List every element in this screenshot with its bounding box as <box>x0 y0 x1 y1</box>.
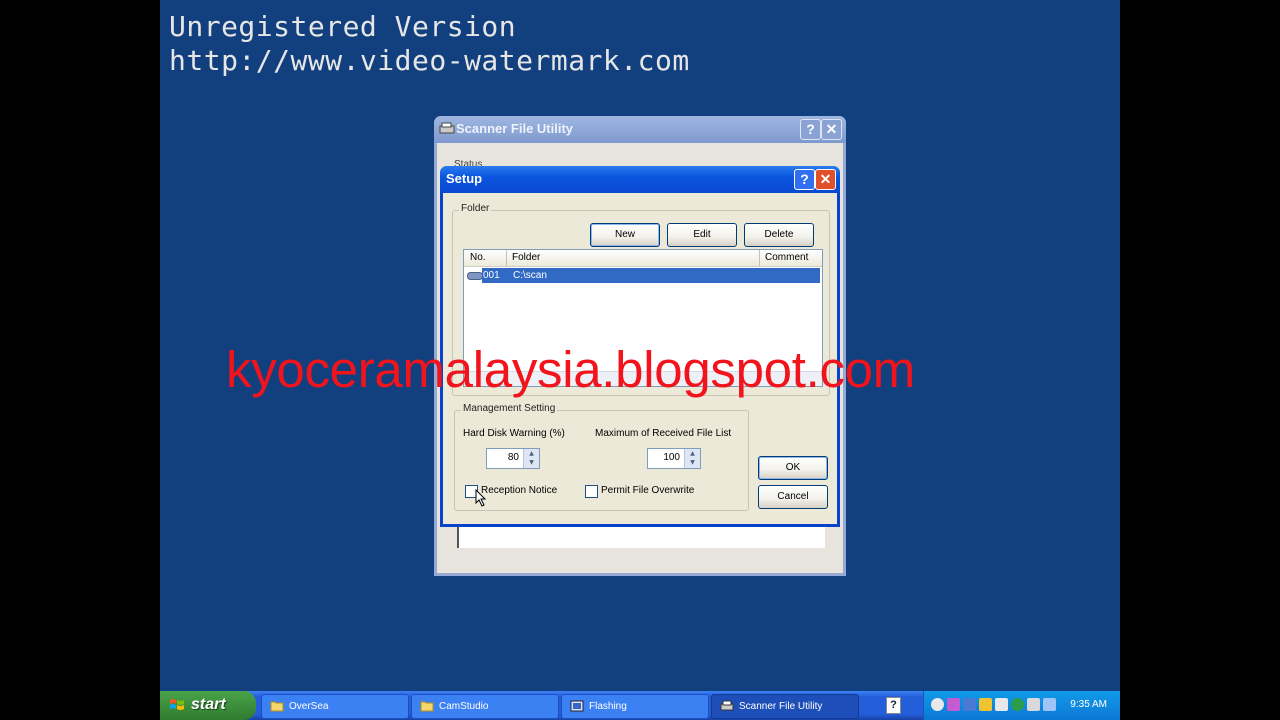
clock: 9:35 AM <box>1070 699 1107 710</box>
task-label: CamStudio <box>439 701 489 712</box>
tray-flag-icon[interactable] <box>995 698 1008 711</box>
help-icon[interactable]: ? <box>886 697 901 714</box>
tray-monitor-icon[interactable] <box>979 698 992 711</box>
scanner-window-titlebar[interactable]: Scanner File Utility ? ✕ <box>434 116 846 143</box>
setup-titlebar[interactable]: Setup ? ✕ <box>440 166 840 193</box>
hdd-warning-label: Hard Disk Warning (%) <box>463 428 565 439</box>
folder-list-header: No. Folder Comment <box>464 250 822 267</box>
close-button[interactable]: ✕ <box>815 169 836 190</box>
watermark-line-2: http://www.video-watermark.com <box>169 44 690 77</box>
scanner-icon <box>720 700 734 711</box>
folder-icon <box>420 701 434 712</box>
column-no[interactable]: No. <box>470 252 486 263</box>
task-label: Flashing <box>589 701 627 712</box>
column-folder[interactable]: Folder <box>512 252 540 263</box>
tray-network-icon[interactable] <box>963 698 976 711</box>
help-button[interactable]: ? <box>794 169 815 190</box>
permit-overwrite-label[interactable]: Permit File Overwrite <box>601 485 694 496</box>
folder-group-label: Folder <box>459 203 492 214</box>
management-group: Management Setting Hard Disk Warning (%)… <box>454 403 749 511</box>
watermark-line-1: Unregistered Version <box>169 10 517 43</box>
hdd-warning-value: 80 <box>507 452 519 463</box>
spin-down-icon[interactable]: ▼ <box>524 458 539 467</box>
scanner-help-button[interactable]: ? <box>800 119 821 140</box>
desktop: Unregistered Version http://www.video-wa… <box>160 0 1120 720</box>
task-camstudio[interactable]: CamStudio <box>411 694 559 719</box>
hdd-warning-spinner[interactable]: 80 ▲ ▼ <box>486 448 540 469</box>
permit-overwrite-checkbox[interactable] <box>585 485 598 498</box>
spin-down-icon[interactable]: ▼ <box>685 458 700 467</box>
task-flashing[interactable]: Flashing <box>561 694 709 719</box>
scanner-app-icon <box>439 122 455 134</box>
column-comment[interactable]: Comment <box>765 252 808 263</box>
edit-button[interactable]: Edit <box>667 223 737 247</box>
task-scanner-file-utility[interactable]: Scanner File Utility <box>711 694 859 719</box>
start-label: start <box>191 696 226 713</box>
setup-title: Setup <box>446 171 483 186</box>
mouse-cursor-icon <box>475 489 487 507</box>
task-label: Scanner File Utility <box>739 701 823 712</box>
new-button[interactable]: New <box>590 223 660 247</box>
cancel-button[interactable]: Cancel <box>758 485 828 509</box>
app-icon <box>570 700 584 712</box>
tray-shield-icon[interactable] <box>1011 698 1024 711</box>
windows-flag-icon <box>170 699 184 710</box>
taskbar: start OverSea CamStudio Flashing Scanner… <box>160 691 1120 720</box>
task-label: OverSea <box>289 701 329 712</box>
delete-button[interactable]: Delete <box>744 223 814 247</box>
system-tray: 9:35 AM <box>923 691 1120 720</box>
management-group-label: Management Setting <box>461 403 558 414</box>
start-button[interactable]: start <box>160 691 256 720</box>
row-no: 001 <box>483 270 500 281</box>
max-received-label: Maximum of Received File List <box>595 428 732 439</box>
scanner-close-button[interactable]: ✕ <box>821 119 842 140</box>
max-received-spinner[interactable]: 100 ▲ ▼ <box>647 448 701 469</box>
reception-notice-label[interactable]: Reception Notice <box>481 485 557 496</box>
tray-app-icon[interactable] <box>947 698 960 711</box>
max-received-value: 100 <box>663 452 680 463</box>
scanner-window-title: Scanner File Utility <box>456 121 574 136</box>
task-oversea[interactable]: OverSea <box>261 694 409 719</box>
spin-up-icon[interactable]: ▲ <box>685 449 700 458</box>
tray-arrow-icon[interactable] <box>931 698 944 711</box>
tray-connection-icon[interactable] <box>1043 698 1056 711</box>
folder-icon <box>270 701 284 712</box>
folder-row-001[interactable]: 001 C:\scan <box>482 268 820 283</box>
blog-overlay-text: kyoceramalaysia.blogspot.com <box>226 341 915 398</box>
folder-row-icon <box>467 272 483 280</box>
tray-speaker-icon[interactable] <box>1027 698 1040 711</box>
row-folder: C:\scan <box>513 270 547 281</box>
ok-button[interactable]: OK <box>758 456 828 480</box>
spin-up-icon[interactable]: ▲ <box>524 449 539 458</box>
